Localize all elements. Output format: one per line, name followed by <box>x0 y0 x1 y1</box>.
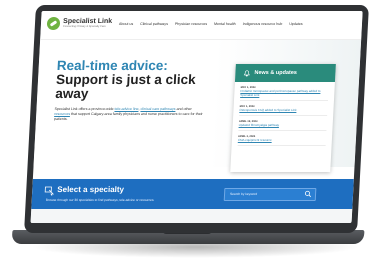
hero-desc-text-3: and other <box>175 107 192 111</box>
hero-desc-text-1: Specialist Link offers a province-wide <box>54 107 115 111</box>
news-item[interactable]: MAY 1, 2024 Pediatric menopause and peri… <box>239 86 329 101</box>
bell-icon <box>243 69 250 76</box>
nav-item-indigenous-hub[interactable]: Indigenous resource hub <box>243 22 283 26</box>
site-logo[interactable]: Specialist Link Connecting Primary & Spe… <box>46 17 113 30</box>
news-link[interactable]: Osteoporosis FAQ added to Specialist Lin… <box>239 108 327 112</box>
page-lower-area <box>30 209 353 223</box>
hero-description: Specialist Link offers a province-wide t… <box>54 107 205 123</box>
news-title: News & updates <box>254 70 298 76</box>
hero-title-secondary: Support is just a click away <box>54 72 197 101</box>
specialty-title: Select a specialty <box>57 185 125 194</box>
search-placeholder: Search by keyword <box>229 192 258 196</box>
specialty-search-input[interactable]: Search by keyword <box>223 188 317 201</box>
browser-viewport: Specialist Link Connecting Primary & Spe… <box>30 11 363 223</box>
site-header: Specialist Link Connecting Primary & Spe… <box>40 11 363 40</box>
pointer-icon <box>44 186 55 196</box>
news-item[interactable]: APRIL 3, 2024 CMA equipment resource <box>237 135 327 146</box>
clinical-pathways-link[interactable]: clinical care pathways <box>140 107 175 111</box>
news-link[interactable]: CMA equipment resource <box>238 138 326 142</box>
nav-item-about[interactable]: About us <box>119 22 133 26</box>
hero-title-primary: Real-time advice: <box>56 58 169 73</box>
hero-desc-text-4: that support Calgary-area family physici… <box>53 112 203 122</box>
specialty-subtitle: Browse through our 30 specialties to fin… <box>45 198 155 202</box>
logo-tagline: Connecting Primary & Specialty Care <box>62 25 106 29</box>
tele-advice-link[interactable]: tele-advice line <box>114 107 138 111</box>
nav-item-updates[interactable]: Updates <box>289 22 303 26</box>
news-link[interactable]: Pediatric menopause and perimenopause pa… <box>240 89 328 97</box>
news-panel: News & updates MAY 1, 2024 Pediatric men… <box>230 64 336 172</box>
nav-item-physician-resources[interactable]: Physician resources <box>175 22 207 26</box>
laptop-screen-bezel: Specialist Link Connecting Primary & Spe… <box>24 5 369 233</box>
news-item[interactable]: MAY 1, 2024 Osteoporosis FAQ added to Sp… <box>239 105 328 116</box>
news-header: News & updates <box>234 64 336 82</box>
nav-item-clinical-pathways[interactable]: Clinical pathways <box>140 22 168 26</box>
search-icon[interactable] <box>304 190 312 198</box>
resources-link[interactable]: resources <box>54 112 70 116</box>
news-item[interactable]: APRIL 19, 2024 Updated fibromyalgia path… <box>238 120 327 131</box>
news-link[interactable]: Updated fibromyalgia pathway <box>239 123 327 127</box>
logo-mark-icon <box>46 17 61 30</box>
main-nav: About us Clinical pathways Physician res… <box>119 22 303 26</box>
nav-item-mental-health[interactable]: Mental health <box>214 22 236 26</box>
select-specialty-band: Select a specialty Browse through our 30… <box>31 179 354 209</box>
